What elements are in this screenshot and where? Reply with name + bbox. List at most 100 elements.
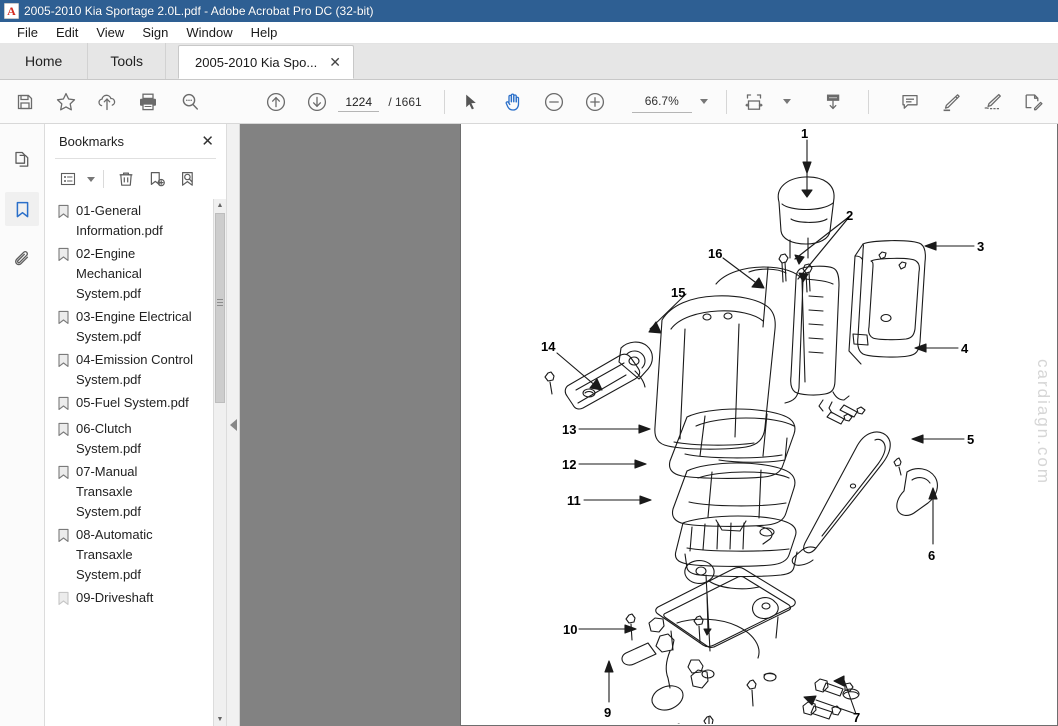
menu-window[interactable]: Window [177, 23, 241, 42]
list-item[interactable]: 09-Driveshaft [57, 588, 226, 611]
menu-edit[interactable]: Edit [47, 23, 87, 42]
comment-icon[interactable] [889, 82, 930, 122]
scrollbar-grip [217, 299, 223, 306]
sign-icon[interactable] [972, 82, 1013, 122]
save-icon[interactable] [4, 82, 45, 122]
bookmark-icon [57, 591, 70, 611]
tab-tools[interactable]: Tools [88, 43, 167, 79]
list-item[interactable]: 06-Clutch System.pdf [57, 419, 226, 459]
stamp-icon[interactable] [1013, 82, 1054, 122]
callout-2: 2 [846, 208, 853, 223]
menu-view[interactable]: View [87, 23, 133, 42]
bookmark-icon [57, 247, 70, 267]
search-icon[interactable] [169, 82, 210, 122]
attachments-icon[interactable] [5, 242, 39, 276]
bookmark-label: 06-Clutch System.pdf [76, 421, 142, 456]
scroll-down-icon[interactable]: ▼ [214, 713, 226, 726]
page-number-input[interactable]: 1224 [338, 91, 380, 112]
select-cursor-icon[interactable] [451, 82, 492, 122]
bookmark-label: 04-Emission Control System.pdf [76, 352, 194, 387]
bookmark-label: 07-Manual Transaxle System.pdf [76, 464, 142, 519]
pdf-page[interactable]: cardiagn.com 1 2 3 4 5 6 7 9 10 11 12 13… [460, 124, 1058, 726]
bookmark-label: 01-General Information.pdf [76, 203, 163, 238]
scrollbar-thumb[interactable] [215, 213, 225, 403]
callout-7: 7 [853, 710, 860, 724]
callout-13: 13 [562, 422, 576, 437]
bookmark-label: 02-Engine Mechanical System.pdf [76, 246, 142, 301]
bookmark-icon [57, 353, 70, 373]
chevron-left-icon [230, 419, 237, 431]
title-bar: A 2005-2010 Kia Sportage 2.0L.pdf - Adob… [0, 0, 1058, 22]
callout-14: 14 [541, 339, 556, 354]
bookmark-options-icon[interactable] [55, 166, 83, 192]
list-item[interactable]: 04-Emission Control System.pdf [57, 350, 226, 390]
main-toolbar: 1224 / 1661 66.7% [0, 80, 1058, 124]
adobe-acrobat-icon: A [4, 3, 19, 19]
bookmark-icon [57, 422, 70, 442]
bookmark-icon [57, 396, 70, 416]
callout-3: 3 [977, 239, 984, 254]
tab-document[interactable]: 2005-2010 Kia Spo... ✕ [178, 45, 354, 79]
window-title: 2005-2010 Kia Sportage 2.0L.pdf - Adobe … [24, 4, 374, 18]
zoom-dropdown-caret[interactable] [699, 99, 708, 104]
previous-page-icon[interactable] [256, 82, 297, 122]
menu-help[interactable]: Help [242, 23, 287, 42]
bookmark-options-caret[interactable] [87, 176, 95, 182]
panel-collapse-handle[interactable] [227, 124, 240, 726]
new-bookmark-icon[interactable] [143, 166, 171, 192]
bookmarks-panel-title: Bookmarks [59, 133, 125, 149]
acrobat-window: A 2005-2010 Kia Sportage 2.0L.pdf - Adob… [0, 0, 1058, 726]
seat-exploded-diagram: 1 2 3 4 5 6 7 9 10 11 12 13 14 15 16 [541, 126, 984, 724]
bookmarks-scrollbar[interactable]: ▲ ▼ [213, 199, 226, 726]
bookmark-icon [57, 310, 70, 330]
close-icon[interactable]: ✕ [201, 134, 214, 149]
menu-sign[interactable]: Sign [133, 23, 177, 42]
callout-10: 10 [563, 622, 577, 637]
menu-bar: File Edit View Sign Window Help [0, 22, 1058, 44]
page-gutter [240, 124, 460, 726]
close-icon[interactable]: ✕ [329, 55, 341, 69]
zoom-level-input[interactable]: 66.7% [631, 91, 692, 113]
bookmarks-panel: Bookmarks ✕ 01-General Information.pdf 0… [45, 124, 227, 726]
print-icon[interactable] [128, 82, 169, 122]
hand-tool-icon[interactable] [492, 82, 533, 122]
callout-12: 12 [562, 457, 576, 472]
page-watermark: cardiagn.com [1034, 359, 1053, 486]
callout-15: 15 [671, 285, 685, 300]
list-item[interactable]: 07-Manual Transaxle System.pdf [57, 462, 226, 522]
bookmarks-toolbar [45, 159, 226, 199]
list-item[interactable]: 05-Fuel System.pdf [57, 393, 226, 416]
menu-file[interactable]: File [8, 23, 47, 42]
bookmark-icon [57, 204, 70, 224]
document-viewport[interactable]: cardiagn.com 1 2 3 4 5 6 7 9 10 11 12 13… [240, 124, 1058, 726]
list-item[interactable]: 03-Engine Electrical System.pdf [57, 307, 226, 347]
bookmark-label: 09-Driveshaft [76, 590, 154, 605]
callout-4: 4 [961, 341, 969, 356]
zoom-out-icon[interactable] [533, 82, 574, 122]
list-item[interactable]: 08-Automatic Transaxle System.pdf [57, 525, 226, 585]
scroll-up-icon[interactable]: ▲ [214, 199, 226, 212]
star-icon[interactable] [45, 82, 86, 122]
callout-9: 9 [604, 705, 611, 720]
page-display-icon[interactable] [813, 82, 854, 122]
zoom-in-icon[interactable] [574, 82, 615, 122]
next-page-icon[interactable] [297, 82, 338, 122]
delete-bookmark-icon[interactable] [112, 166, 140, 192]
page-thumbnails-icon[interactable] [5, 142, 39, 176]
navigation-rail [0, 124, 45, 726]
fit-page-dropdown-caret[interactable] [782, 99, 791, 104]
bookmark-label: 05-Fuel System.pdf [76, 395, 189, 410]
tab-document-label: 2005-2010 Kia Spo... [195, 54, 318, 70]
tab-home[interactable]: Home [0, 43, 89, 79]
find-bookmark-icon[interactable] [174, 166, 202, 192]
list-item[interactable]: 01-General Information.pdf [57, 201, 226, 241]
bookmarks-panel-header: Bookmarks ✕ [45, 124, 226, 158]
callout-16: 16 [708, 246, 722, 261]
highlight-icon[interactable] [930, 82, 971, 122]
bookmarks-list[interactable]: 01-General Information.pdf 02-Engine Mec… [45, 199, 226, 726]
cloud-upload-icon[interactable] [87, 82, 128, 122]
list-item[interactable]: 02-Engine Mechanical System.pdf [57, 244, 226, 304]
bookmarks-icon[interactable] [5, 192, 39, 226]
fit-page-icon[interactable] [733, 82, 775, 122]
bookmark-label: 03-Engine Electrical System.pdf [76, 309, 192, 344]
